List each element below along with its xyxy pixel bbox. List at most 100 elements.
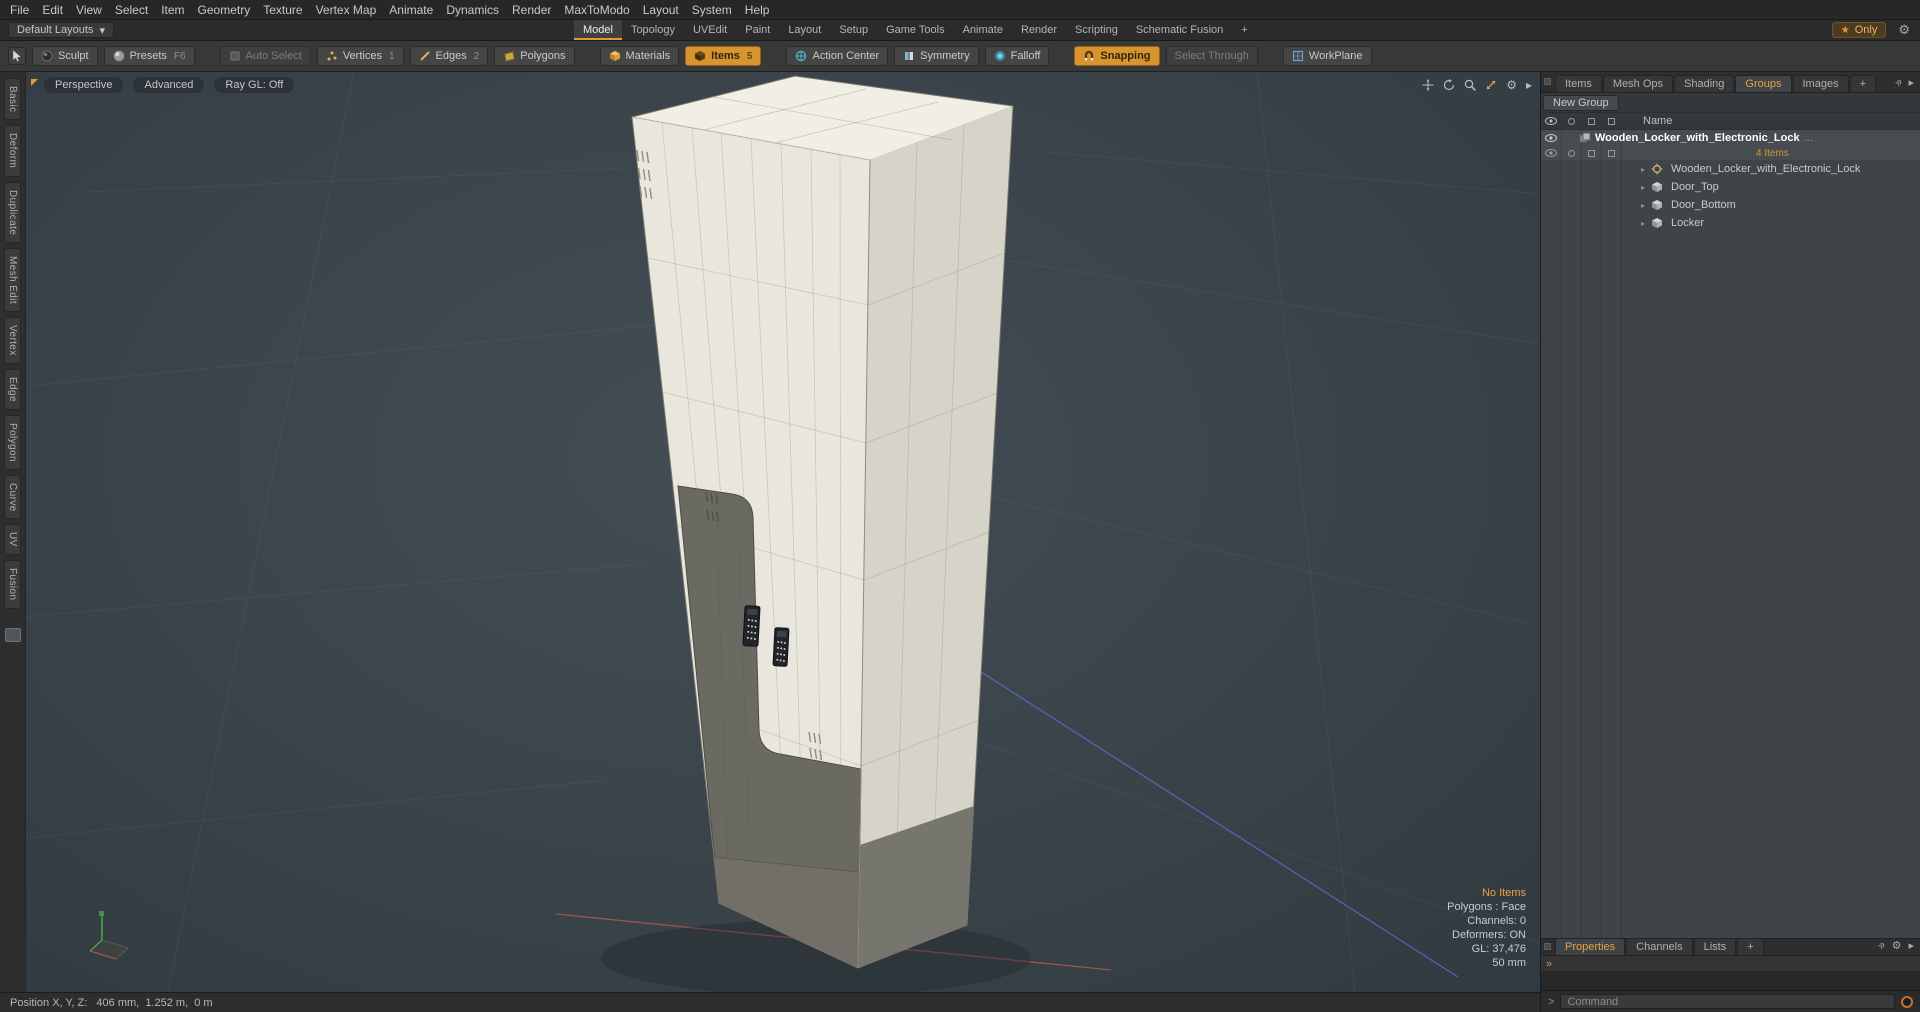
tab-render[interactable]: Render — [1012, 20, 1066, 40]
only-favorites-button[interactable]: ★ Only — [1831, 22, 1887, 38]
menu-layout[interactable]: Layout — [643, 3, 679, 17]
panel-gear-icon[interactable]: ⚙ — [1892, 939, 1902, 952]
items-button[interactable]: Items 5 — [685, 46, 762, 66]
new-group-button[interactable]: New Group — [1543, 94, 1619, 111]
menu-render[interactable]: Render — [512, 3, 551, 17]
tab-images[interactable]: Images — [1792, 75, 1849, 92]
toggle-icon[interactable] — [1601, 149, 1621, 157]
left-tab-fusion[interactable]: Fusion — [4, 560, 21, 609]
panel-more-icon[interactable]: ▸ — [1908, 76, 1914, 89]
tab-mesh-ops[interactable]: Mesh Ops — [1602, 75, 1674, 92]
eye-icon[interactable] — [1541, 134, 1561, 142]
panel-handle-icon[interactable] — [1544, 943, 1551, 950]
record-macro-icon[interactable] — [1901, 995, 1913, 1008]
panel-handle-icon[interactable] — [1544, 78, 1551, 85]
default-layouts-dropdown[interactable]: Default Layouts ▾ — [8, 22, 114, 38]
tab-layout[interactable]: Layout — [779, 20, 830, 40]
menu-texture[interactable]: Texture — [263, 3, 302, 17]
tab-add-panel[interactable]: + — [1849, 75, 1877, 92]
viewport-3d-scene[interactable] — [26, 72, 1540, 992]
select-through-button[interactable]: Select Through — [1165, 46, 1258, 66]
group-options[interactable]: ... — [1804, 132, 1813, 144]
panel-thumb-icon[interactable] — [4, 627, 21, 642]
action-center-button[interactable]: Action Center — [786, 46, 889, 66]
menu-edit[interactable]: Edit — [42, 3, 63, 17]
viewport-3d[interactable]: Perspective Advanced Ray GL: Off ⚙ ▸ No … — [26, 72, 1540, 992]
pan-icon[interactable] — [1422, 79, 1434, 91]
falloff-button[interactable]: Falloff — [984, 46, 1050, 66]
tab-paint[interactable]: Paint — [736, 20, 779, 40]
workplane-button[interactable]: WorkPlane — [1282, 46, 1372, 66]
name-column-header[interactable]: Name — [1643, 115, 1672, 127]
command-input[interactable] — [1560, 994, 1895, 1009]
tab-game-tools[interactable]: Game Tools — [877, 20, 954, 40]
tab-properties[interactable]: Properties — [1555, 938, 1626, 955]
tab-channels[interactable]: Channels — [1626, 938, 1693, 955]
panel-more-icon[interactable]: ▸ — [1908, 939, 1914, 952]
eye-icon[interactable] — [1541, 149, 1561, 157]
menu-select[interactable]: Select — [115, 3, 148, 17]
tab-lists[interactable]: Lists — [1693, 938, 1737, 955]
tab-add[interactable]: + — [1232, 20, 1256, 40]
left-tab-uv[interactable]: UV — [4, 524, 21, 556]
menu-animate[interactable]: Animate — [389, 3, 433, 17]
tree-row-group[interactable]: Wooden_Locker_with_Electronic_Lock ... — [1541, 130, 1920, 146]
tab-animate[interactable]: Animate — [954, 20, 1012, 40]
viewport-gear-icon[interactable]: ⚙ — [1506, 78, 1517, 92]
edges-button[interactable]: Edges 2 — [409, 46, 489, 66]
left-tab-mesh-edit[interactable]: Mesh Edit — [4, 247, 21, 313]
tab-topology[interactable]: Topology — [622, 20, 684, 40]
menu-maxtomodo[interactable]: MaxToModo — [564, 3, 629, 17]
menu-help[interactable]: Help — [745, 3, 770, 17]
tree-row-item[interactable]: ▸ Door_Bottom — [1541, 196, 1920, 214]
tab-model[interactable]: Model — [573, 20, 622, 40]
left-tab-polygon[interactable]: Polygon — [4, 414, 21, 470]
menu-geometry[interactable]: Geometry — [198, 3, 251, 17]
viewport-menu-arrow-icon[interactable] — [31, 79, 38, 86]
maximize-icon[interactable] — [1485, 79, 1497, 91]
left-tab-deform[interactable]: Deform — [4, 125, 21, 177]
lock-column-icon[interactable] — [1581, 117, 1601, 125]
raygl-button[interactable]: Ray GL: Off — [214, 77, 295, 93]
menu-vertex-map[interactable]: Vertex Map — [316, 3, 377, 17]
viewport-mode-button[interactable]: Perspective — [44, 77, 124, 93]
left-tab-basic[interactable]: Basic — [4, 78, 21, 121]
toggle-icon[interactable] — [1581, 149, 1601, 157]
visibility-column-eye-icon[interactable] — [1541, 117, 1561, 125]
left-tab-duplicate[interactable]: Duplicate — [4, 181, 21, 243]
tree-row-item[interactable]: ▸ Door_Top — [1541, 178, 1920, 196]
menu-system[interactable]: System — [692, 3, 732, 17]
tab-groups[interactable]: Groups — [1735, 75, 1792, 92]
tab-shading[interactable]: Shading — [1674, 75, 1735, 92]
expand-properties-icon[interactable]: » — [1546, 958, 1552, 970]
zoom-icon[interactable] — [1464, 79, 1477, 91]
polygons-button[interactable]: Polygons — [494, 46, 575, 66]
tool-pointer-icon[interactable] — [8, 47, 26, 65]
select-column-icon[interactable] — [1601, 117, 1621, 125]
left-tab-edge[interactable]: Edge — [4, 368, 21, 410]
tab-items[interactable]: Items — [1555, 75, 1602, 92]
left-tab-curve[interactable]: Curve — [4, 474, 21, 520]
left-tab-vertex[interactable]: Vertex — [4, 317, 21, 364]
tree-row-item[interactable]: ▸ Wooden_Locker_with_Electronic_Lock — [1541, 160, 1920, 178]
vertices-button[interactable]: Vertices 1 — [316, 46, 404, 66]
tab-schematic-fusion[interactable]: Schematic Fusion — [1127, 20, 1232, 40]
auto-select-button[interactable]: Auto Select — [219, 46, 311, 66]
snapping-button[interactable]: Snapping — [1074, 46, 1160, 66]
tab-setup[interactable]: Setup — [830, 20, 877, 40]
menu-item[interactable]: Item — [161, 3, 184, 17]
gear-icon[interactable]: ⚙ — [1898, 22, 1910, 38]
sculpt-button[interactable]: Sculpt — [32, 46, 98, 66]
materials-button[interactable]: Materials — [599, 46, 680, 66]
presets-button[interactable]: Presets F6 — [103, 46, 195, 66]
viewport-more-icon[interactable]: ▸ — [1526, 78, 1532, 92]
render-column-icon[interactable] — [1561, 117, 1581, 125]
menu-view[interactable]: View — [76, 3, 102, 17]
expand-panel-icon[interactable]: » — [1891, 75, 1906, 90]
menu-dynamics[interactable]: Dynamics — [446, 3, 499, 17]
render-toggle-icon[interactable] — [1561, 149, 1581, 157]
orbit-icon[interactable] — [1443, 79, 1455, 91]
expand-panel-icon[interactable]: » — [1874, 938, 1889, 953]
tree-row-item[interactable]: ▸ Locker — [1541, 214, 1920, 232]
tab-uvedit[interactable]: UVEdit — [684, 20, 736, 40]
